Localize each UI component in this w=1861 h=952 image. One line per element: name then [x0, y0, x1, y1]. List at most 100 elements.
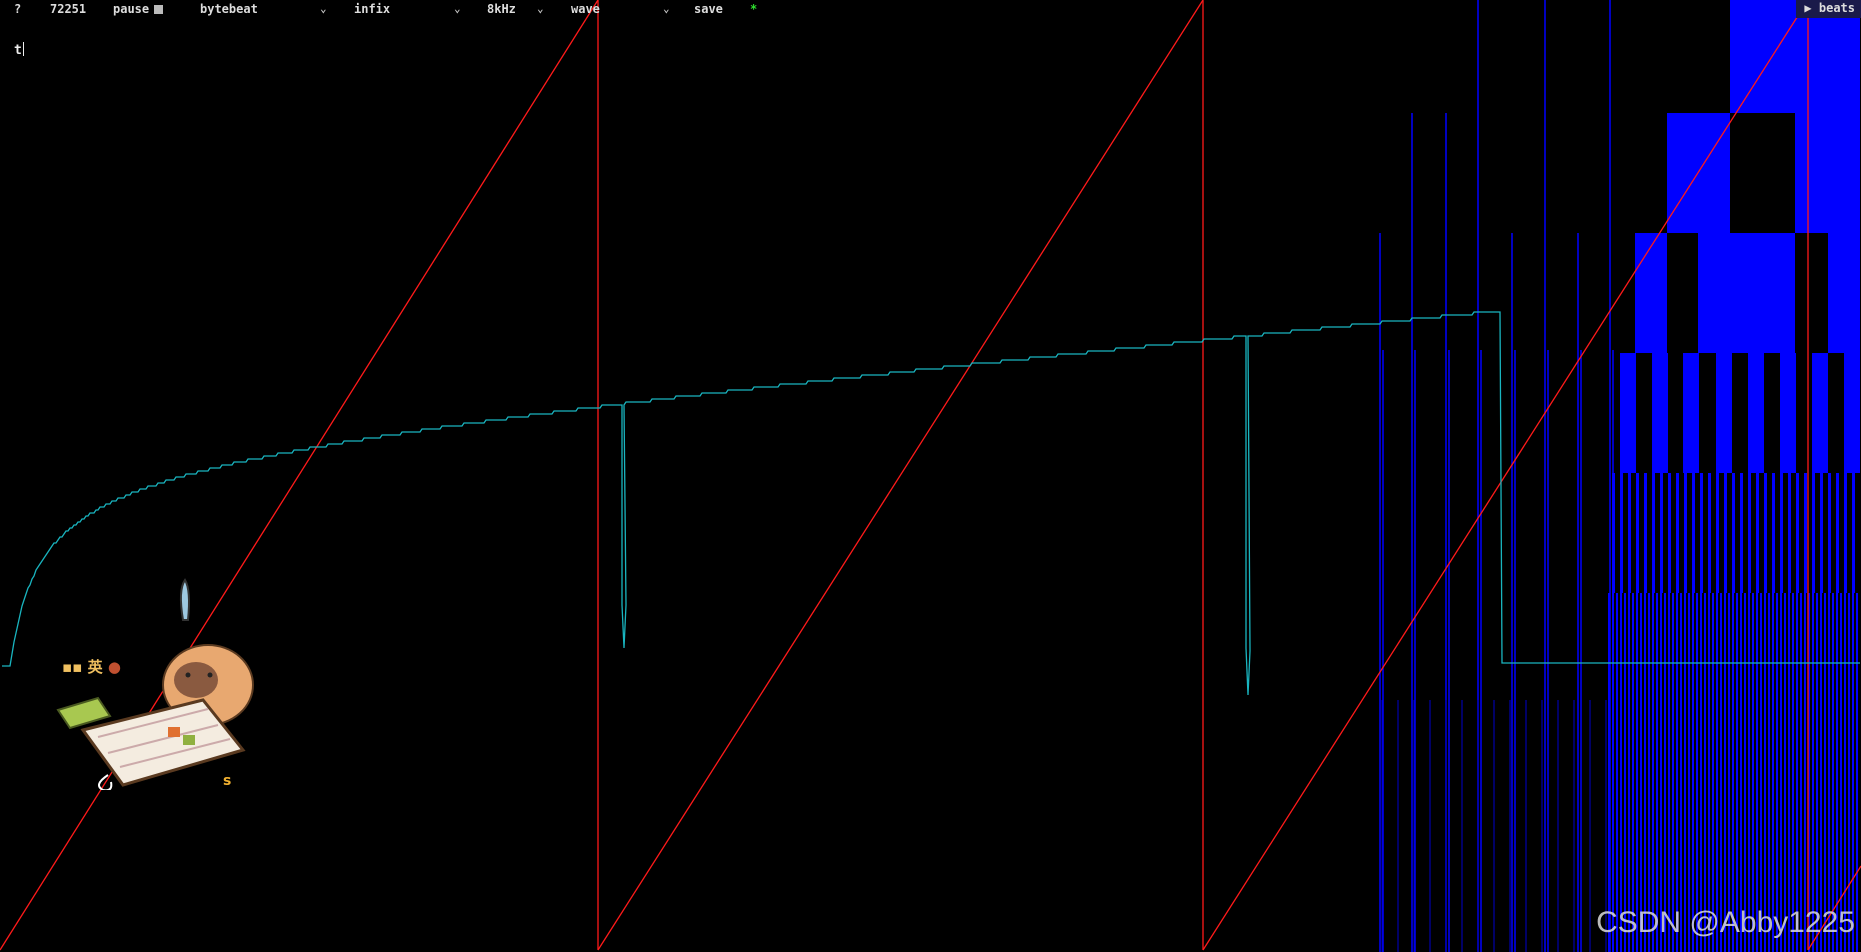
- blue-bar: [1640, 593, 1642, 952]
- blue-bar: [1652, 593, 1654, 952]
- blue-bar: [1692, 473, 1695, 593]
- blue-bar: [1736, 593, 1738, 952]
- blue-bar: [1732, 473, 1735, 593]
- blue-bar: [1788, 473, 1791, 593]
- mode-select-value: bytebeat: [200, 2, 258, 16]
- blue-bar: [1724, 473, 1727, 593]
- mode-select[interactable]: bytebeat ⌄: [200, 2, 327, 16]
- ime-toolbar[interactable]: ▪▪ 英 ●: [62, 656, 121, 677]
- red-ramp: [597, 0, 1204, 951]
- ime-language-indicator[interactable]: 英: [88, 658, 103, 676]
- visualizer-screen: ? 72251 pause bytebeat ⌄ infix ⌄ 8kHz ⌄ wav…: [0, 0, 1861, 952]
- code-text[interactable]: t: [14, 43, 22, 58]
- blue-bar: [1712, 593, 1714, 952]
- notation-select-value: infix: [354, 2, 391, 16]
- blue-bar: [1852, 473, 1855, 593]
- blue-block: [1716, 353, 1732, 473]
- chevron-down-icon: ⌄: [537, 2, 544, 15]
- blue-bar: [1668, 593, 1670, 952]
- blue-bar: [1628, 473, 1631, 593]
- blue-block: [1620, 353, 1636, 473]
- blue-bar: [1836, 473, 1839, 593]
- blue-bar: [1620, 473, 1623, 593]
- chevron-down-icon: ⌄: [320, 2, 327, 15]
- blue-bar: [1652, 473, 1655, 593]
- blue-bar: [1740, 473, 1743, 593]
- sticker-letter: s: [223, 773, 232, 789]
- blue-bar: [1632, 593, 1634, 952]
- capybara-keyboard-sticker: [56, 578, 254, 790]
- blue-bar: [1668, 473, 1671, 593]
- blue-block: [1652, 353, 1668, 473]
- blue-bar: [1748, 473, 1751, 593]
- pause-button[interactable]: pause: [113, 2, 164, 16]
- blue-bar: [1828, 593, 1830, 952]
- view-select[interactable]: wave ⌄: [571, 2, 670, 16]
- blue-bar: [1780, 473, 1783, 593]
- blue-bar: [1796, 593, 1798, 952]
- blue-bar: [1716, 473, 1719, 593]
- blue-bar: [1756, 593, 1758, 952]
- rate-select[interactable]: 8kHz ⌄: [487, 2, 544, 16]
- blue-bar: [1760, 593, 1762, 952]
- blue-bar: [1708, 473, 1711, 593]
- blue-bar: [1748, 593, 1750, 952]
- blue-bar: [1816, 593, 1818, 952]
- save-button[interactable]: save: [694, 2, 723, 16]
- blue-bar: [1644, 473, 1647, 593]
- blue-bar: [1644, 593, 1646, 952]
- blue-bar: [1616, 593, 1618, 952]
- blue-bar: [1852, 593, 1854, 952]
- pause-label: pause: [113, 2, 150, 16]
- blue-bar: [1684, 593, 1686, 952]
- blue-bar: [1792, 593, 1794, 952]
- blue-bar: [1844, 473, 1847, 593]
- toolbar: ? 72251 pause bytebeat ⌄ infix ⌄ 8kHz ⌄ wav…: [0, 0, 1861, 18]
- blue-bars-layer: [1379, 0, 1860, 952]
- blue-bar: [1856, 593, 1858, 952]
- chevron-down-icon: ⌄: [663, 2, 670, 15]
- blue-bar: [1832, 593, 1834, 952]
- settings-icon[interactable]: ●: [108, 658, 121, 676]
- blue-bar: [1820, 473, 1823, 593]
- blue-bar: [1676, 593, 1678, 952]
- blue-bar: [1740, 593, 1742, 952]
- blue-bar: [1776, 593, 1778, 952]
- grid-icon[interactable]: ▪▪: [62, 658, 82, 676]
- blue-bar: [1784, 593, 1786, 952]
- blue-bar: [1812, 473, 1815, 593]
- beats-button[interactable]: ▶ beats: [1796, 0, 1861, 18]
- red-sawtooth-layer: [0, 0, 1861, 951]
- blue-bar: [1744, 593, 1746, 952]
- blue-bar: [1772, 473, 1775, 593]
- blue-block: [1780, 353, 1796, 473]
- blue-bar: [1828, 473, 1831, 593]
- blue-bar: [1648, 593, 1650, 952]
- code-editor[interactable]: t: [14, 42, 24, 58]
- blue-bar: [1680, 593, 1682, 952]
- blue-bar: [1700, 473, 1703, 593]
- chevron-down-icon: ⌄: [454, 2, 461, 15]
- blue-bar: [1716, 593, 1718, 952]
- blue-bar: [1824, 593, 1826, 952]
- blue-bar: [1728, 593, 1730, 952]
- blue-bar: [1844, 593, 1846, 952]
- text-caret: [22, 42, 24, 56]
- blue-bar: [1660, 593, 1662, 952]
- red-ramp: [0, 0, 599, 951]
- blue-block: [1844, 353, 1860, 473]
- blue-block: [1683, 353, 1699, 473]
- blue-bar: [1624, 593, 1626, 952]
- notation-select[interactable]: infix ⌄: [354, 2, 461, 16]
- blue-block: [1748, 353, 1764, 473]
- blue-bar: [1708, 593, 1710, 952]
- blue-bar: [1628, 593, 1630, 952]
- blue-bar: [1700, 593, 1702, 952]
- help-button[interactable]: ?: [14, 2, 21, 16]
- blue-bar: [1772, 593, 1774, 952]
- time-counter[interactable]: 72251: [50, 2, 86, 16]
- blue-bar: [1804, 593, 1806, 952]
- blue-bar: [1660, 473, 1663, 593]
- blue-bar: [1720, 593, 1722, 952]
- blue-bar: [1664, 593, 1666, 952]
